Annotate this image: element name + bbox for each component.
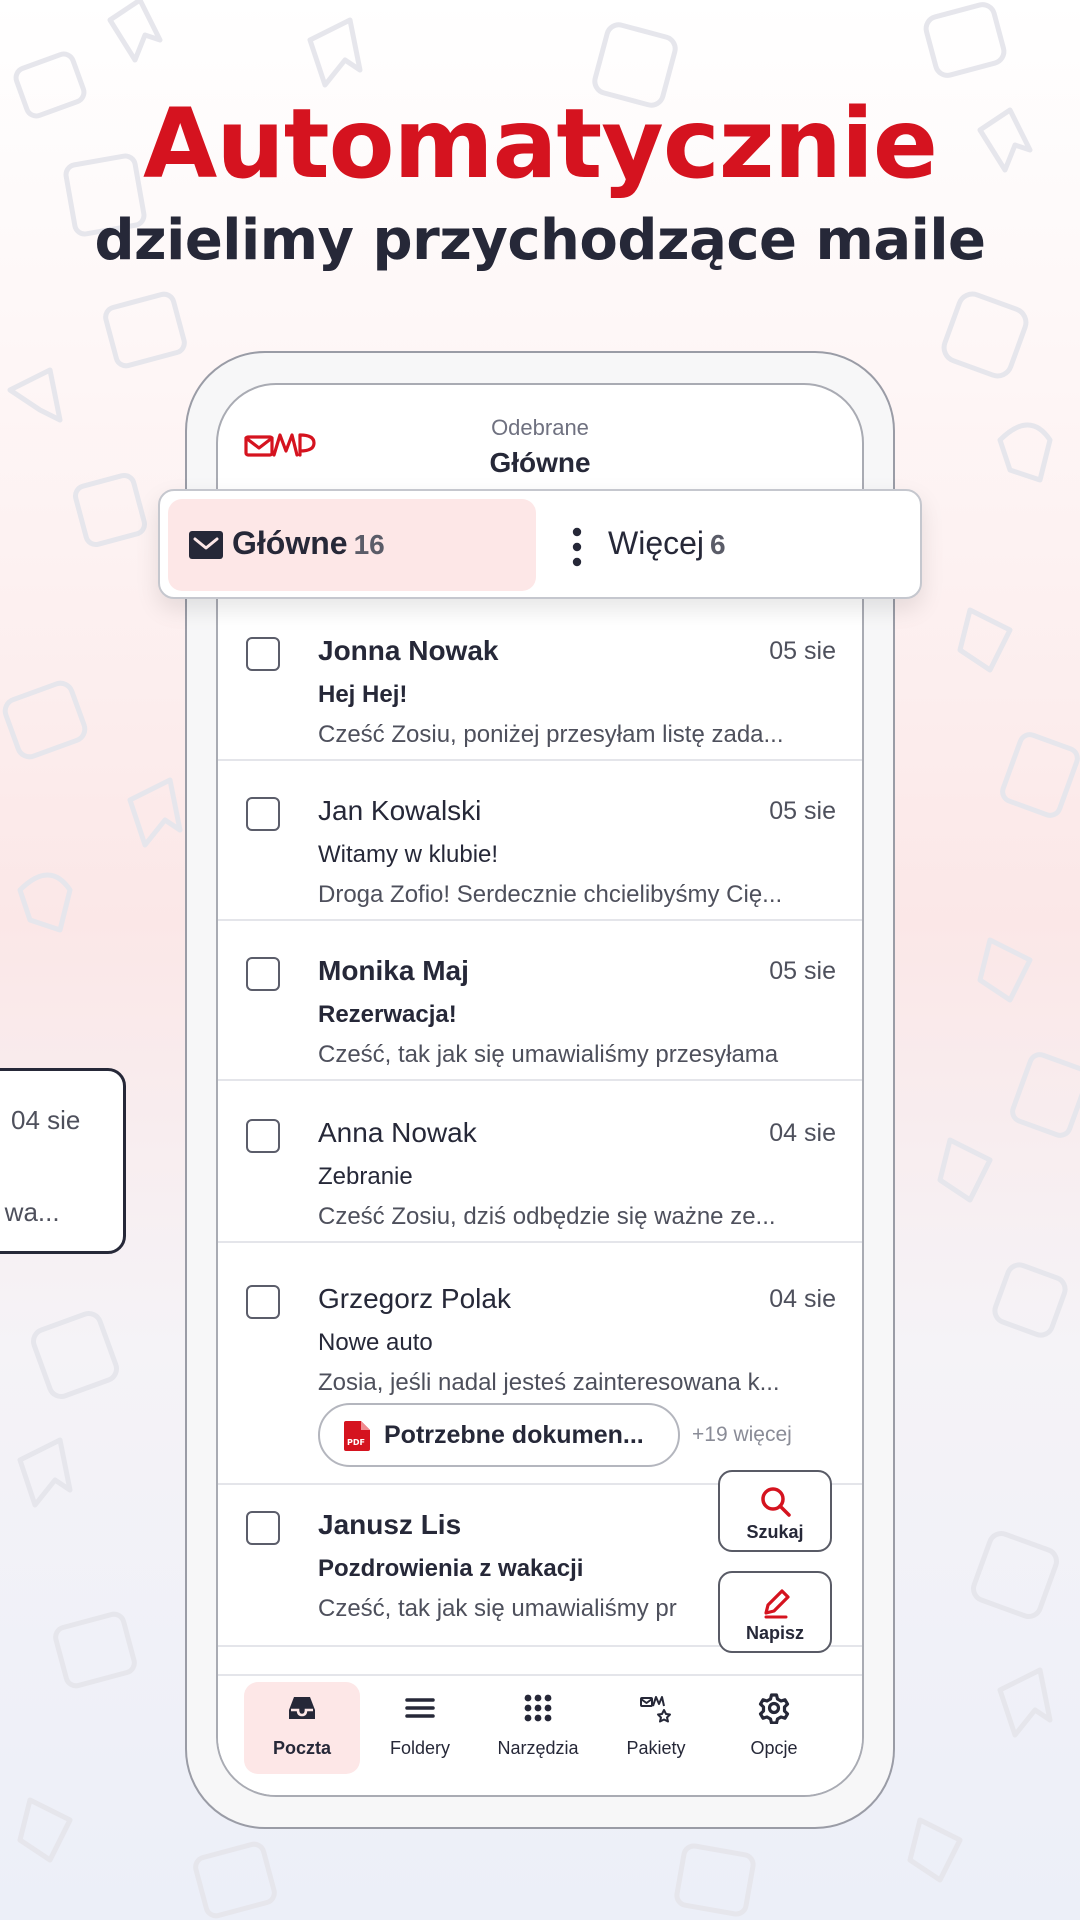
email-preview: Cześć, tak jak się umawialiśmy pr bbox=[318, 1595, 677, 1622]
email-preview: Cześć Zosiu, poniżej przesyłam listę zad… bbox=[318, 721, 784, 748]
side-card-date: 04 sie bbox=[11, 1105, 81, 1135]
nav-label: Foldery bbox=[389, 1738, 451, 1758]
nav-item-foldery[interactable]: Foldery bbox=[362, 1676, 478, 1795]
email-subject: Witamy w klubie! bbox=[318, 841, 499, 868]
envelope-icon bbox=[189, 531, 223, 559]
select-checkbox[interactable] bbox=[246, 797, 280, 831]
email-sender: Jan Kowalski bbox=[318, 795, 482, 826]
kebab-menu-icon bbox=[572, 527, 582, 567]
search-button[interactable]: Szukaj bbox=[718, 1470, 832, 1552]
nav-label: Pakiety bbox=[626, 1738, 686, 1758]
gear-icon bbox=[758, 1693, 790, 1724]
email-sender: Grzegorz Polak bbox=[318, 1283, 511, 1314]
nav-item-narzedzia[interactable]: Narzędzia bbox=[480, 1676, 596, 1795]
email-subject: Rezerwacja! bbox=[318, 1001, 457, 1028]
email-preview: Cześć Zosiu, dziś odbędzie się ważne ze.… bbox=[318, 1203, 776, 1230]
nav-label: Narzędzia bbox=[497, 1738, 579, 1758]
tab-glowne-label: Główne 16 bbox=[232, 525, 385, 562]
email-preview: Droga Zofio! Serdecznie chcielibyśmy Cię… bbox=[318, 881, 783, 908]
email-sender: Janusz Lis bbox=[318, 1509, 462, 1540]
hero-title: Automatycznie bbox=[143, 88, 938, 200]
select-checkbox[interactable] bbox=[246, 1285, 280, 1319]
search-label: Szukaj bbox=[746, 1522, 804, 1542]
pencil-icon bbox=[764, 1589, 790, 1619]
nav-label: Poczta bbox=[272, 1738, 332, 1758]
select-checkbox[interactable] bbox=[246, 1119, 280, 1153]
select-checkbox[interactable] bbox=[246, 637, 280, 671]
email-date: 04 sie bbox=[769, 1285, 836, 1313]
inbox-icon bbox=[289, 1697, 315, 1719]
email-sender: Monika Maj bbox=[318, 955, 469, 986]
folder-label: Odebrane bbox=[491, 415, 589, 440]
email-date: 05 sie bbox=[769, 957, 836, 985]
nav-item-pakiety[interactable]: Pakiety bbox=[598, 1676, 714, 1795]
bottom-nav: Poczta Foldery Narzędzia Pakiety Opcje bbox=[218, 1674, 862, 1795]
menu-icon bbox=[405, 1698, 435, 1718]
side-card-preview: ę wa... bbox=[0, 1197, 60, 1227]
search-icon bbox=[761, 1487, 791, 1517]
page-title: Główne bbox=[489, 447, 591, 478]
email-date: 05 sie bbox=[769, 637, 836, 665]
tab-glowne-text: Główne bbox=[232, 525, 348, 561]
attachments-more[interactable]: +19 więcej bbox=[692, 1423, 792, 1447]
nav-item-opcje[interactable]: Opcje bbox=[716, 1676, 832, 1795]
pdf-icon: PDF bbox=[344, 1421, 370, 1451]
tab-glowne[interactable]: Główne 16 bbox=[168, 499, 536, 591]
email-preview: Zosia, jeśli nadal jesteś zainteresowana… bbox=[318, 1369, 780, 1396]
nav-label: Opcje bbox=[750, 1738, 798, 1758]
email-preview: Cześć, tak jak się umawialiśmy przesyłam… bbox=[318, 1041, 779, 1068]
compose-button[interactable]: Napisz bbox=[718, 1571, 832, 1653]
email-row[interactable]: Anna Nowak 04 sie Zebranie Cześć Zosiu, … bbox=[218, 1081, 862, 1243]
grid-icon bbox=[524, 1694, 552, 1722]
attachment-chip[interactable]: PDF Potrzebne dokumen... bbox=[318, 1403, 680, 1467]
email-sender: Jonna Nowak bbox=[318, 635, 499, 666]
email-subject: Hej Hej! bbox=[318, 681, 408, 708]
tab-wiecej-label: Więcej 6 bbox=[608, 525, 726, 562]
tab-wiecej-text: Więcej bbox=[608, 525, 705, 561]
compose-label: Napisz bbox=[745, 1623, 805, 1643]
tab-glowne-count: 16 bbox=[353, 529, 385, 560]
email-row[interactable]: Monika Maj 05 sie Rezerwacja! Cześć, tak… bbox=[218, 921, 862, 1081]
email-subject: Pozdrowienia z wakacji bbox=[318, 1555, 584, 1582]
select-checkbox[interactable] bbox=[246, 957, 280, 991]
email-sender: Anna Nowak bbox=[318, 1117, 477, 1148]
svg-text:PDF: PDF bbox=[347, 1438, 365, 1447]
email-row[interactable]: Jan Kowalski 05 sie Witamy w klubie! Dro… bbox=[218, 761, 862, 921]
packages-icon bbox=[640, 1696, 671, 1723]
select-checkbox[interactable] bbox=[246, 1511, 280, 1545]
tab-wiecej-count: 6 bbox=[710, 529, 726, 560]
email-row[interactable]: Jonna Nowak 05 sie Hej Hej! Cześć Zosiu,… bbox=[218, 601, 862, 761]
email-date: 04 sie bbox=[769, 1119, 836, 1147]
nav-item-poczta[interactable]: Poczta bbox=[244, 1676, 360, 1795]
email-subject: Zebranie bbox=[318, 1163, 413, 1190]
category-tabs: Główne 16 Więcej 6 bbox=[158, 489, 922, 599]
hero-subtitle: dzielimy przychodzące maile bbox=[94, 208, 986, 273]
tab-wiecej[interactable]: Więcej 6 bbox=[558, 499, 908, 591]
app-header: Odebrane Główne bbox=[218, 385, 862, 495]
attachment-name: Potrzebne dokumen... bbox=[384, 1421, 644, 1449]
email-date: 05 sie bbox=[769, 797, 836, 825]
side-email-card: 04 sie ę wa... bbox=[0, 1068, 126, 1254]
email-subject: Nowe auto bbox=[318, 1329, 433, 1356]
email-row[interactable]: Grzegorz Polak 04 sie Nowe auto Zosia, j… bbox=[218, 1243, 862, 1485]
